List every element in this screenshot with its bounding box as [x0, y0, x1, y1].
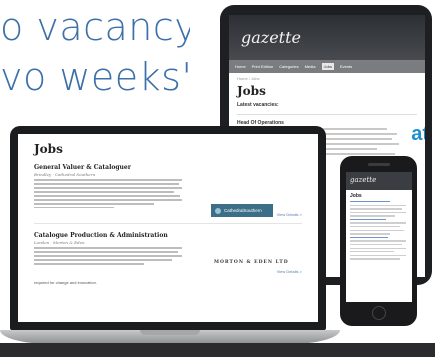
text-line	[350, 233, 390, 235]
text-line[interactable]	[350, 218, 386, 221]
footer-text: required for change and innovation.	[34, 280, 97, 286]
tablet-nav: Home Print Edition Categories Media Jobs…	[229, 60, 425, 73]
nav-item-home[interactable]: Home	[235, 64, 246, 69]
text-line	[350, 247, 406, 249]
text-line	[350, 222, 406, 224]
text-line	[34, 198, 182, 201]
nav-item-categories[interactable]: Categories	[279, 64, 298, 69]
job-title[interactable]: Catalogue Production & Administration	[34, 232, 302, 239]
text-line	[34, 190, 174, 193]
nav-item-jobs[interactable]: Jobs	[321, 63, 334, 70]
job-title[interactable]: General Valuer & Cataloguer	[34, 164, 302, 171]
text-line	[350, 204, 406, 206]
section-subtitle: Latest vacancies:	[237, 102, 279, 108]
job-listing[interactable]: Catalogue Production & Administration Lo…	[34, 232, 302, 274]
page-footer-strip	[0, 343, 435, 357]
text-line	[34, 194, 180, 197]
nav-item-media[interactable]: Media	[305, 64, 316, 69]
job-description	[34, 247, 182, 266]
tablet-banner: gazette	[229, 15, 425, 60]
job-location: London · Morton & Eden	[34, 240, 85, 246]
employer-logo-partial: at	[411, 123, 425, 145]
text-line	[34, 202, 154, 205]
text-line	[34, 263, 144, 266]
text-line	[34, 251, 178, 254]
text-line	[350, 258, 400, 260]
laptop-notch	[140, 330, 200, 335]
speaker-icon	[368, 163, 390, 166]
employer-logo: CathedralSouthern	[211, 204, 273, 217]
headline-line-1: o vacancy	[0, 5, 190, 49]
site-logo[interactable]: gazette	[241, 28, 301, 47]
text-line[interactable]	[350, 201, 390, 203]
headline-line-2: vo weeks'	[0, 55, 190, 99]
logo-mark-icon	[215, 207, 221, 214]
employer-logo-text: CathedralSouthern	[224, 208, 262, 213]
text-line	[350, 211, 406, 214]
phone-content	[346, 201, 412, 260]
text-line	[350, 226, 400, 228]
nav-item-print-edition[interactable]: Print Edition	[252, 64, 274, 69]
text-line[interactable]	[350, 236, 388, 239]
text-line	[34, 259, 172, 262]
headline: o vacancy vo weeks'	[0, 2, 190, 102]
nav-item-events[interactable]: Events	[340, 64, 352, 69]
text-line	[350, 208, 402, 210]
phone-banner: gazette	[346, 172, 412, 190]
text-line	[34, 179, 182, 181]
divider	[34, 223, 302, 225]
page-title: Jobs	[350, 193, 362, 199]
phone-screen: gazette Jobs	[346, 172, 412, 302]
view-details-link[interactable]: View Details >	[34, 269, 302, 274]
text-line	[34, 182, 179, 185]
text-line	[350, 215, 395, 217]
text-line	[34, 186, 182, 189]
employer-logo: MORTON & EDEN LTD	[214, 260, 289, 265]
text-line	[34, 255, 182, 258]
text-line	[350, 254, 406, 257]
job-description	[34, 179, 182, 209]
page-title: Jobs	[237, 84, 266, 98]
text-line	[350, 251, 394, 253]
text-line	[34, 247, 182, 250]
home-button-icon[interactable]	[372, 306, 386, 320]
text-line	[350, 243, 402, 246]
laptop-screen: Jobs General Valuer & Cataloguer Brindle…	[18, 134, 318, 322]
text-line	[350, 240, 406, 242]
site-logo[interactable]: gazette	[350, 176, 376, 184]
page-title: Jobs	[34, 142, 63, 156]
breadcrumb: Home / Jobs	[237, 76, 260, 81]
text-line	[34, 206, 114, 209]
job-location: Brindley · Cathedral Southern	[34, 172, 96, 177]
text-line	[350, 229, 404, 232]
